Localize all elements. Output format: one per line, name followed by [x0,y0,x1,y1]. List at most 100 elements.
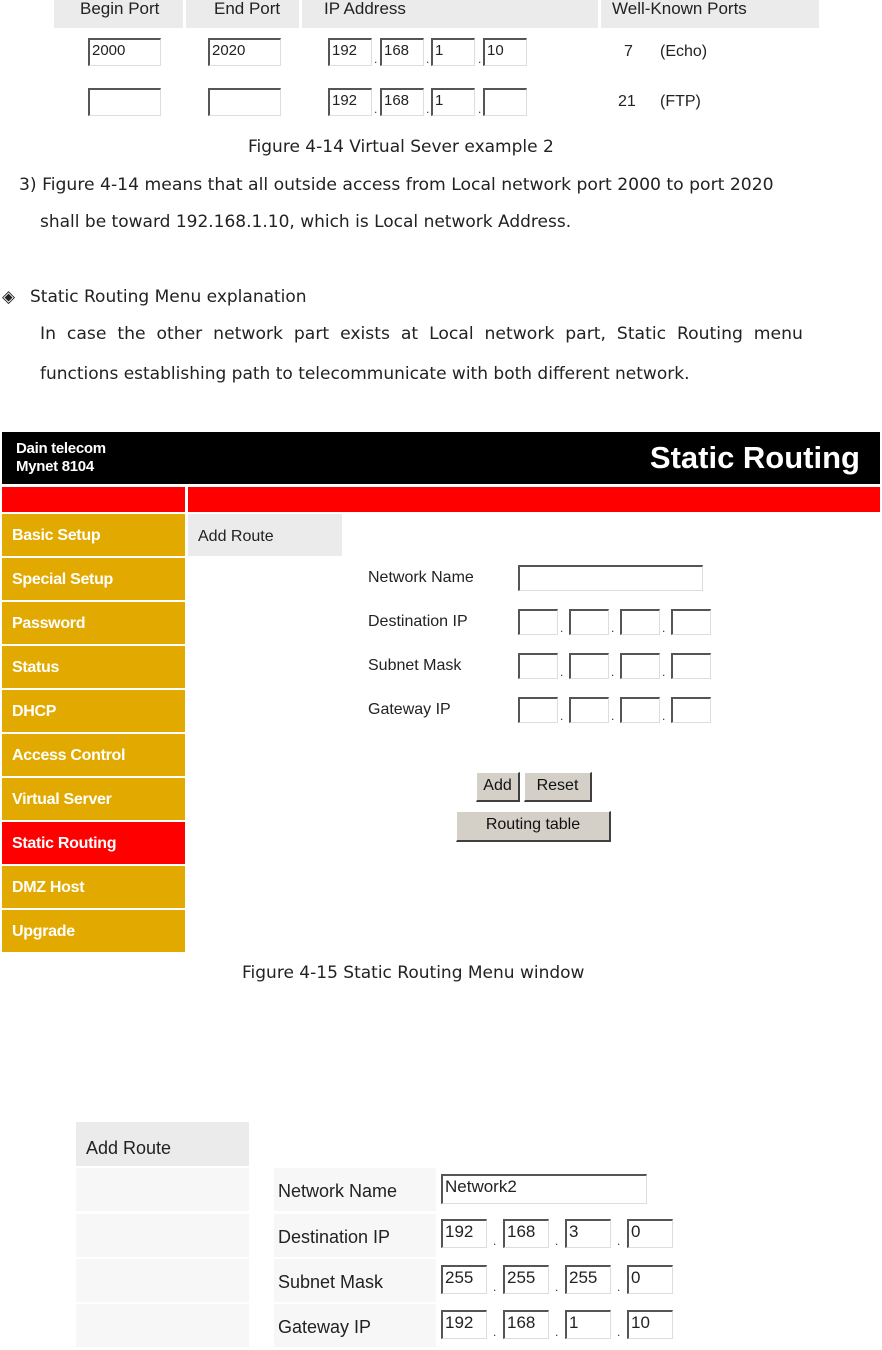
ip-octet-1-input[interactable]: 192 [328,88,372,116]
ip-separator: . [662,709,666,723]
well-known-port-name: (Echo) [660,43,708,60]
ip-octet-1-input[interactable]: 192 [441,1310,487,1339]
begin-port-input[interactable] [88,88,161,116]
ip-octet-2-input[interactable]: 168 [380,38,424,66]
diamond-bullet-icon: ◈ [2,287,16,307]
section-body-line-1: In case the other network part exists at… [40,324,803,344]
ip-separator: . [617,1325,621,1339]
begin-port-input[interactable]: 2000 [88,38,161,66]
gateway-ip-label: Gateway IP [368,701,451,718]
ip-octet-4-input[interactable]: 0 [627,1219,673,1248]
end-port-input[interactable]: 2020 [208,38,281,66]
ip-separator: . [611,621,615,635]
end-port-input[interactable] [208,88,281,116]
sidebar-item-status[interactable]: Status [2,646,185,688]
ip-octet-2-input[interactable] [569,609,609,635]
ip-separator: . [478,52,482,66]
ip-separator: . [662,665,666,679]
ip-octet-3-input[interactable]: 255 [565,1265,611,1294]
routing-table-button[interactable]: Routing table [456,811,611,842]
ip-octet-4-input[interactable] [483,88,527,116]
ip-separator: . [662,621,666,635]
ip-octet-3-input[interactable]: 3 [565,1219,611,1248]
gateway-ip-label: Gateway IP [274,1304,436,1347]
ip-separator: . [555,1280,559,1294]
ip-separator: . [617,1280,621,1294]
ip-octet-3-input[interactable]: 1 [431,38,475,66]
tab-add-route[interactable]: Add Route [188,514,342,556]
ip-octet-4-input[interactable]: 10 [483,38,527,66]
ip-octet-4-input[interactable] [671,697,711,723]
sidebar-item-virtual-server[interactable]: Virtual Server [2,778,185,820]
ip-octet-4-input[interactable]: 10 [627,1310,673,1339]
ip-octet-2-input[interactable]: 168 [380,88,424,116]
spacer-cell [76,1214,249,1257]
spacer-cell [76,1304,249,1347]
ip-octet-1-input[interactable]: 192 [328,38,372,66]
sidebar-item-dmz-host[interactable]: DMZ Host [2,866,185,908]
destination-ip-label: Destination IP [274,1214,436,1257]
sidebar-item-static-routing[interactable]: Static Routing [2,822,185,864]
red-bar-right [188,487,880,512]
ip-octet-1-input[interactable] [518,653,558,679]
ip-separator: . [478,102,482,116]
ip-separator: . [426,102,430,116]
tab-add-route[interactable]: Add Route [76,1122,249,1166]
ip-separator: . [493,1280,497,1294]
ip-octet-3-input[interactable]: 1 [431,88,475,116]
ip-separator: . [560,665,564,679]
ip-octet-4-input[interactable] [671,609,711,635]
ip-separator: . [555,1325,559,1339]
ip-separator: . [560,709,564,723]
sidebar-item-basic-setup[interactable]: Basic Setup [2,514,185,556]
ip-octet-2-input[interactable] [569,653,609,679]
red-bar-left [2,487,185,512]
ip-separator: . [374,52,378,66]
ip-octet-1-input[interactable]: 192 [441,1219,487,1248]
sidebar-item-special-setup[interactable]: Special Setup [2,558,185,600]
sidebar-item-password[interactable]: Password [2,602,185,644]
ip-octet-2-input[interactable]: 168 [503,1310,549,1339]
brand: Dain telecom Mynet 8104 [16,440,106,476]
ip-octet-1-input[interactable] [518,697,558,723]
ip-octet-3-input[interactable]: 1 [565,1310,611,1339]
page-title: Static Routing [649,440,860,475]
ip-separator: . [560,621,564,635]
sidebar-item-dhcp[interactable]: DHCP [2,690,185,732]
sidebar-item-access-control[interactable]: Access Control [2,734,185,776]
header-well-known-ports: Well-Known Ports [601,0,819,28]
add-button[interactable]: Add [476,772,520,802]
ip-separator: . [426,52,430,66]
header-end-port: End Port [186,0,299,28]
network-name-label: Network Name [274,1168,436,1211]
ip-octet-3-input[interactable] [620,653,660,679]
ip-octet-1-input[interactable] [518,609,558,635]
reset-button[interactable]: Reset [524,772,592,802]
ip-octet-3-input[interactable] [620,697,660,723]
spacer-cell [76,1168,249,1211]
ip-octet-2-input[interactable] [569,697,609,723]
ip-octet-4-input[interactable] [671,653,711,679]
ip-separator: . [493,1234,497,1248]
paragraph-3-line-2: shall be toward 192.168.1.10, which is L… [40,212,572,232]
ip-octet-2-input[interactable]: 168 [503,1219,549,1248]
sidebar-item-upgrade[interactable]: Upgrade [2,910,185,952]
section-heading: Static Routing Menu explanation [30,287,307,307]
well-known-port-name: (FTP) [660,93,701,110]
ip-separator: . [493,1325,497,1339]
figure-4-14-caption: Figure 4-14 Virtual Sever example 2 [248,137,554,157]
ip-octet-2-input[interactable]: 255 [503,1265,549,1294]
ip-octet-1-input[interactable]: 255 [441,1265,487,1294]
subnet-mask-label: Subnet Mask [368,657,462,674]
brand-model: Mynet 8104 [16,458,94,475]
ip-separator: . [374,102,378,116]
ip-separator: . [611,665,615,679]
network-name-input[interactable]: Network2 [441,1174,647,1204]
network-name-input[interactable] [518,565,703,591]
brand-company: Dain telecom [16,440,106,457]
ip-octet-4-input[interactable]: 0 [627,1265,673,1294]
subnet-mask-label: Subnet Mask [274,1259,436,1302]
paragraph-3-line-1: 3) Figure 4-14 means that all outside ac… [19,175,774,195]
ip-octet-3-input[interactable] [620,609,660,635]
top-banner: Dain telecom Mynet 8104 Static Routing [2,432,880,484]
